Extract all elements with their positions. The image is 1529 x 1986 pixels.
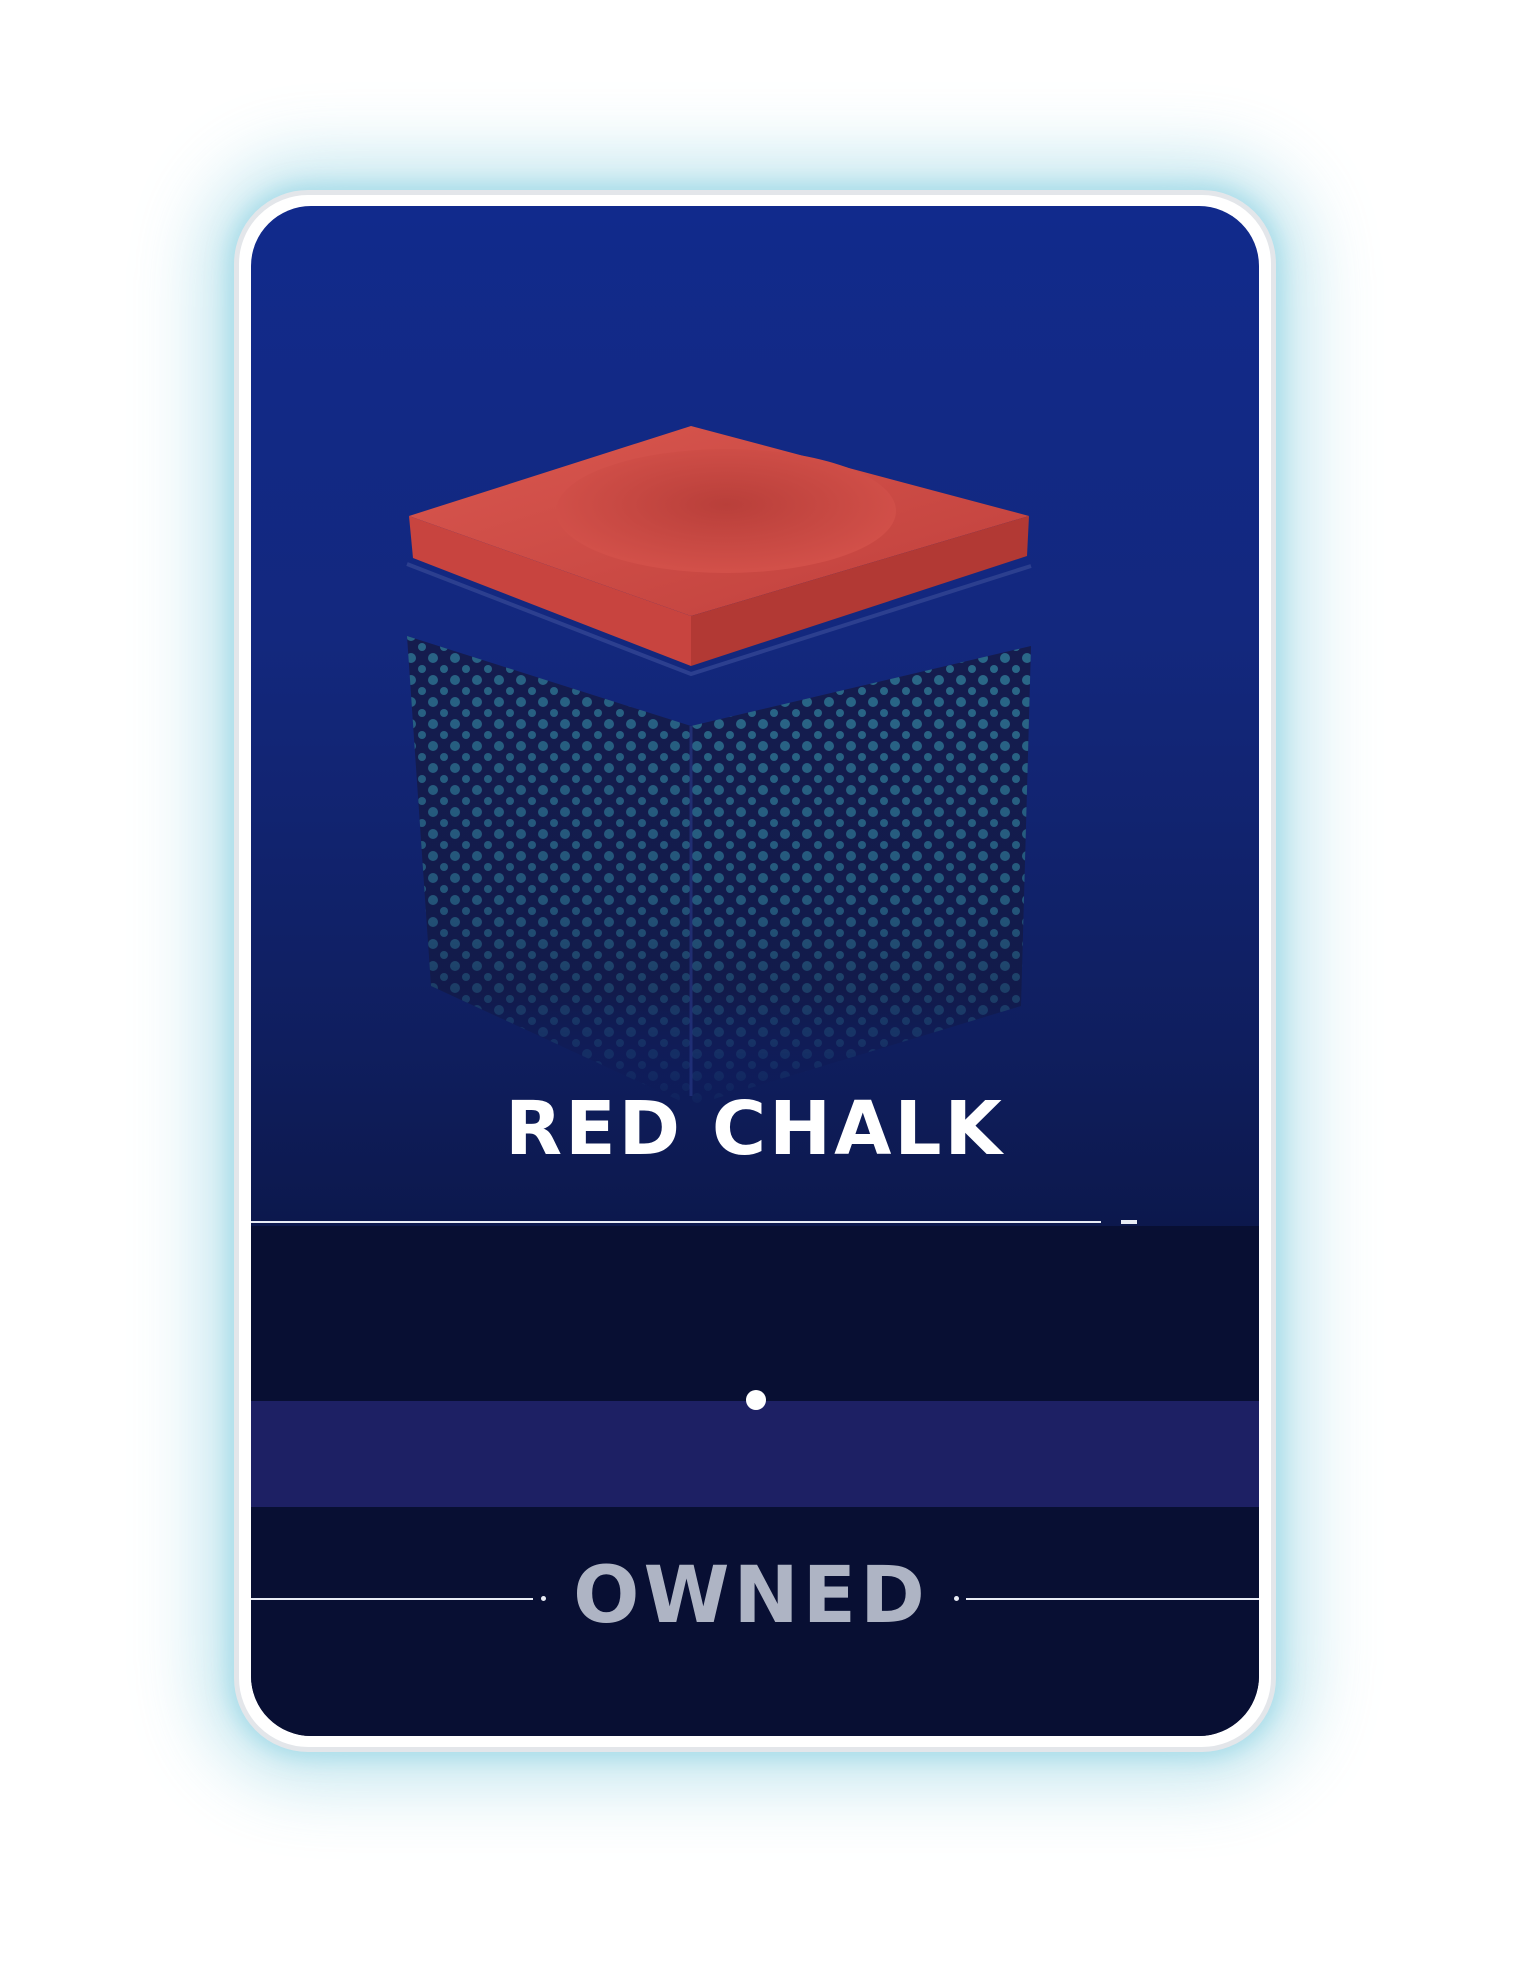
item-card[interactable]: RED CHALK OWNED: [251, 206, 1259, 1736]
title-divider: [251, 1221, 1101, 1223]
red-chalk-cube-icon: [406, 426, 1032, 1106]
owned-status-label: OWNED: [573, 1551, 929, 1641]
status-divider-dot-right: [954, 1596, 959, 1601]
progress-track: [251, 1401, 1259, 1507]
status-divider-dot-left: [541, 1596, 546, 1601]
status-divider-left: [251, 1598, 533, 1600]
stage: RED CHALK OWNED: [0, 0, 1529, 1986]
item-title: RED CHALK: [505, 1086, 1005, 1172]
status-divider-right: [966, 1598, 1259, 1600]
progress-indicator-dot: [746, 1390, 766, 1410]
title-divider-dash: [1121, 1220, 1137, 1224]
